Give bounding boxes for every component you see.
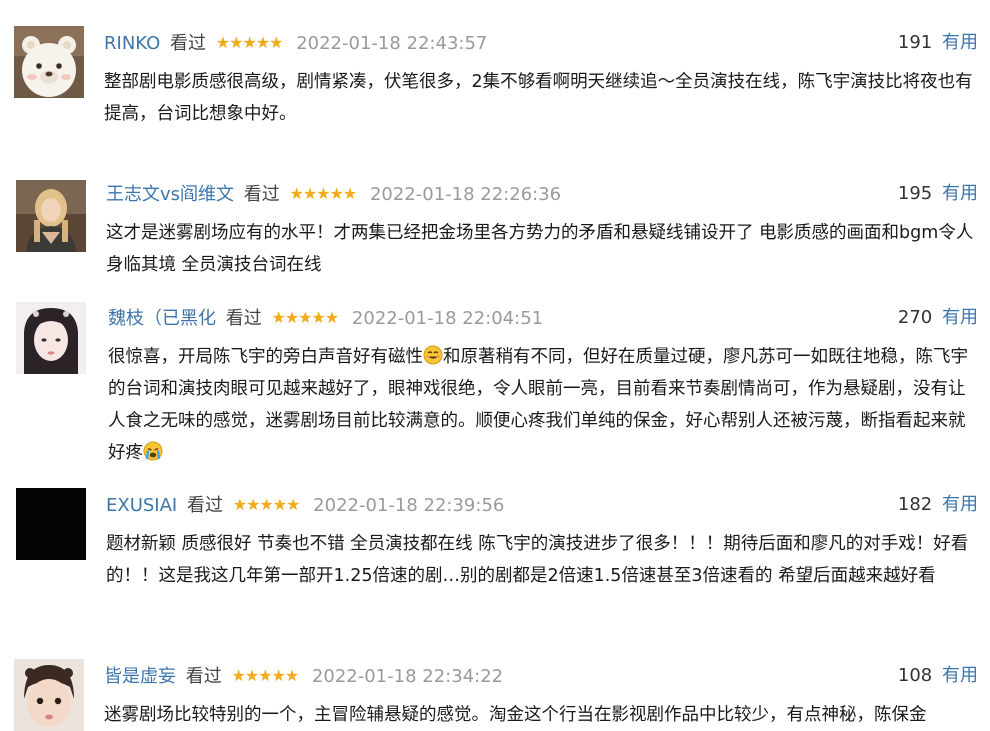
vote-area: 191 有用 [898, 30, 978, 56]
rating-stars: ★★★★★ [289, 184, 358, 203]
teddy-bear-avatar-image [14, 26, 84, 98]
anime-girl-avatar-image [16, 302, 86, 374]
comment-text-part: 很惊喜，开局陈飞宇的旁白声音好有磁性 [108, 347, 423, 367]
black-avatar-image [16, 488, 86, 560]
comment-item: EXUSIAI 看过 ★★★★★ 2022-01-18 22:39:56 182… [0, 480, 990, 645]
watch-status: 看过 [185, 666, 222, 687]
username-link[interactable]: 皆是虚妄 [104, 666, 176, 687]
comment-item: 魏枝（已黑化 看过 ★★★★★ 2022-01-18 22:04:51 270 … [0, 285, 990, 480]
child-photo-avatar-image [14, 659, 84, 731]
comment-item: 王志文vs阎维文 看过 ★★★★★ 2022-01-18 22:26:36 19… [0, 160, 990, 285]
comment-text: 很惊喜，开局陈飞宇的旁白声音好有磁性 和原著稍有不同，但好在质量过硬，廖凡苏可一如… [108, 341, 978, 469]
comment-timestamp: 2022-01-18 22:26:36 [369, 184, 562, 205]
comment-item: 皆是虚妄 看过 ★★★★★ 2022-01-18 22:34:22 108 有用… [0, 645, 990, 731]
comment-header: EXUSIAI 看过 ★★★★★ 2022-01-18 22:39:56 [106, 492, 504, 518]
comment-item: RINKO 看过 ★★★★★ 2022-01-18 22:43:57 191 有… [0, 0, 990, 160]
comment-text: 题材新颖 质感很好 节奏也不错 全员演技都在线 陈飞宇的演技进步了很多！！！期待… [106, 534, 969, 586]
vote-area: 270 有用 [898, 305, 978, 331]
comment-timestamp: 2022-01-18 22:04:51 [351, 308, 544, 329]
avatar[interactable] [14, 659, 84, 731]
username-link[interactable]: EXUSIAI [106, 495, 177, 516]
vote-count: 182 [897, 494, 933, 515]
useful-button[interactable]: 有用 [942, 307, 978, 328]
comment-timestamp: 2022-01-18 22:43:57 [296, 33, 488, 54]
smiling-face-emoji-icon [423, 344, 443, 365]
watch-status: 看过 [243, 184, 280, 205]
useful-button[interactable]: 有用 [942, 494, 978, 515]
comment-timestamp: 2022-01-18 22:39:56 [313, 495, 505, 516]
comment-text: 迷雾剧场比较特别的一个，主冒险辅悬疑的感觉。淘金这个行当在影视剧作品中比较少，有… [104, 705, 927, 725]
vote-count: 191 [897, 32, 933, 53]
vote-area: 108 有用 [898, 663, 978, 689]
vote-count: 270 [897, 307, 933, 328]
avatar[interactable] [16, 302, 86, 374]
username-link[interactable]: 王志文vs阎维文 [106, 184, 234, 205]
comment-timestamp: 2022-01-18 22:34:22 [311, 666, 504, 687]
comment-header: 皆是虚妄 看过 ★★★★★ 2022-01-18 22:34:22 [104, 663, 503, 689]
avatar[interactable] [16, 180, 86, 252]
watch-status: 看过 [186, 495, 223, 516]
rating-stars: ★★★★★ [271, 308, 339, 327]
vote-count: 195 [897, 183, 933, 204]
crying-face-emoji-icon [143, 440, 163, 461]
avatar[interactable] [16, 488, 86, 560]
useful-button[interactable]: 有用 [942, 665, 978, 686]
rating-stars: ★★★★★ [231, 666, 299, 685]
watch-status: 看过 [170, 33, 207, 54]
vote-area: 195 有用 [898, 181, 978, 207]
comment-header: RINKO 看过 ★★★★★ 2022-01-18 22:43:57 [104, 30, 487, 56]
vote-count: 108 [897, 665, 933, 686]
vote-area: 182 有用 [898, 492, 978, 518]
useful-button[interactable]: 有用 [942, 183, 978, 204]
username-link[interactable]: 魏枝（已黑化 [108, 308, 216, 329]
comment-text: 整部剧电影质感很高级，剧情紧凑，伏笔很多，2集不够看啊明天继续追～全员演技在线，… [104, 72, 973, 124]
comment-text: 这才是迷雾剧场应有的水平！才两集已经把金场里各方势力的矛盾和悬疑线铺设开了 电影… [106, 223, 974, 275]
useful-button[interactable]: 有用 [942, 32, 978, 53]
comment-header: 魏枝（已黑化 看过 ★★★★★ 2022-01-18 22:04:51 [108, 305, 543, 331]
person-photo-avatar-image [16, 180, 86, 252]
comment-header: 王志文vs阎维文 看过 ★★★★★ 2022-01-18 22:26:36 [106, 181, 561, 207]
username-link[interactable]: RINKO [104, 33, 160, 54]
avatar[interactable] [14, 26, 84, 98]
rating-stars: ★★★★★ [232, 495, 301, 514]
watch-status: 看过 [225, 308, 262, 329]
rating-stars: ★★★★★ [215, 33, 284, 52]
